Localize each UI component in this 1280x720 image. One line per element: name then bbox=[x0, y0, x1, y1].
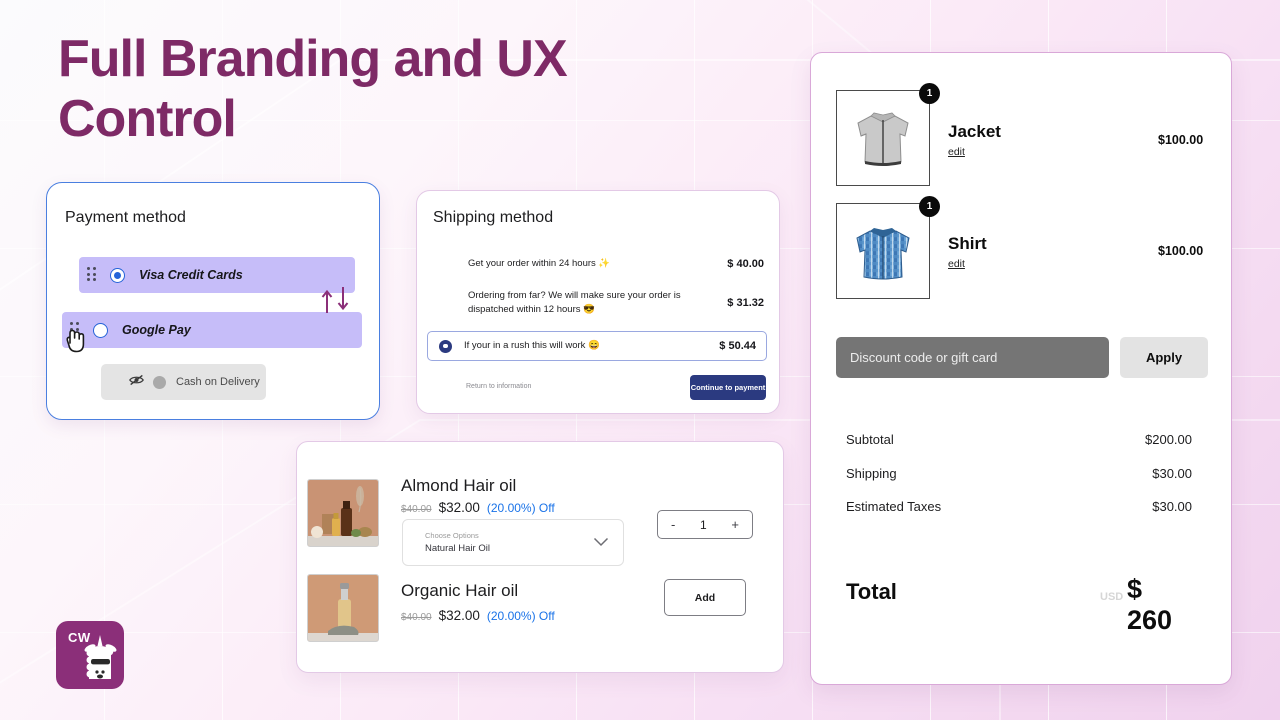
shipping-option-row-1[interactable]: Get your order within 24 hours ✨ $ 40.00 bbox=[446, 256, 764, 272]
quantity-decrement-button[interactable]: - bbox=[671, 517, 675, 532]
radio-visa[interactable] bbox=[110, 267, 125, 283]
discount-code-input[interactable] bbox=[836, 337, 1109, 378]
total-label: Total bbox=[846, 579, 897, 604]
chevron-down-icon bbox=[593, 534, 609, 552]
drag-cursor-icon bbox=[63, 325, 89, 360]
unicorn-mascot-icon bbox=[84, 635, 117, 679]
choose-options-value: Natural Hair Oil bbox=[425, 543, 490, 554]
quantity-stepper[interactable]: - 1 + bbox=[657, 510, 753, 539]
price-current-almond: $32.00 bbox=[438, 500, 480, 515]
reorder-arrows-icon bbox=[318, 285, 354, 320]
payment-method-label-cash-on-delivery: Cash on Delivery bbox=[176, 376, 260, 388]
totals-label-estimated-taxes: Estimated Taxes bbox=[846, 499, 942, 514]
totals-value-estimated-taxes: $30.00 bbox=[1152, 499, 1192, 514]
choose-options-select[interactable]: Choose Options Natural Hair Oil bbox=[402, 519, 624, 566]
summary-item-price-shirt: $100.00 bbox=[1158, 244, 1204, 258]
summary-item-price-jacket: $100.00 bbox=[1158, 133, 1204, 147]
payment-method-row-cash-on-delivery: Cash on Delivery bbox=[101, 364, 266, 400]
shipping-option-price-3: $ 50.44 bbox=[719, 340, 756, 352]
product-thumbnail-organic bbox=[307, 574, 379, 642]
total-currency-label: USD bbox=[1100, 591, 1124, 603]
shipping-option-price-2: $ 31.32 bbox=[727, 297, 764, 309]
totals-label-shipping: Shipping bbox=[846, 466, 897, 481]
apply-discount-button[interactable]: Apply bbox=[1120, 337, 1208, 378]
drag-handle-icon[interactable] bbox=[87, 267, 98, 283]
summary-thumbnail-shirt bbox=[836, 203, 930, 299]
return-to-information-link[interactable]: Return to information bbox=[466, 383, 531, 390]
payment-card-title: Payment method bbox=[65, 209, 186, 226]
quantity-value: 1 bbox=[700, 517, 707, 532]
quantity-increment-button[interactable]: + bbox=[731, 517, 739, 532]
summary-item-edit-jacket[interactable]: edit bbox=[948, 146, 965, 158]
product-price-organic: $40.00 $32.00 (20.00%) Off bbox=[401, 608, 555, 623]
continue-to-payment-button[interactable]: Continue to payment bbox=[690, 375, 766, 400]
product-name-organic: Organic Hair oil bbox=[401, 581, 519, 600]
shipping-option-row-3[interactable]: If your in a rush this will work 😄 $ 50.… bbox=[427, 331, 767, 361]
summary-item-name-jacket: Jacket bbox=[948, 122, 1001, 141]
product-thumbnail-almond bbox=[307, 479, 379, 547]
page-title: Full Branding and UX Control bbox=[58, 30, 568, 148]
summary-thumbnail-jacket bbox=[836, 90, 930, 186]
radio-cash-on-delivery bbox=[153, 375, 166, 389]
totals-label-subtotal: Subtotal bbox=[846, 432, 894, 447]
totals-row-subtotal: Subtotal $200.00 bbox=[846, 432, 1192, 447]
payment-method-label-google-pay: Google Pay bbox=[122, 323, 191, 337]
payment-method-row-google-pay[interactable]: Google Pay bbox=[62, 312, 362, 348]
radio-shipping-option-3[interactable] bbox=[439, 339, 452, 353]
shipping-option-price-1: $ 40.00 bbox=[727, 258, 764, 270]
eye-off-icon bbox=[129, 373, 144, 391]
price-current-organic: $32.00 bbox=[438, 608, 480, 623]
quantity-badge-jacket: 1 bbox=[919, 83, 940, 104]
totals-row-estimated-taxes: Estimated Taxes $30.00 bbox=[846, 499, 1192, 514]
price-original-organic: $40.00 bbox=[401, 612, 432, 623]
summary-item-edit-shirt[interactable]: edit bbox=[948, 258, 965, 270]
product-price-almond: $40.00 $32.00 (20.00%) Off bbox=[401, 500, 555, 515]
price-discount-almond: (20.00%) Off bbox=[486, 501, 555, 515]
summary-item-name-shirt: Shirt bbox=[948, 234, 987, 253]
totals-value-shipping: $30.00 bbox=[1152, 466, 1192, 481]
shipping-option-text-1: Get your order within 24 hours ✨ bbox=[468, 258, 611, 270]
quantity-badge-shirt: 1 bbox=[919, 196, 940, 217]
totals-value-subtotal: $200.00 bbox=[1145, 432, 1192, 447]
shipping-option-text-3: If your in a rush this will work 😄 bbox=[464, 340, 600, 352]
shipping-option-row-2[interactable]: Ordering from far? We will make sure you… bbox=[446, 288, 764, 318]
totals-row-shipping: Shipping $30.00 bbox=[846, 466, 1192, 481]
shipping-option-text-2: Ordering from far? We will make sure you… bbox=[468, 290, 681, 315]
payment-method-row-visa[interactable]: Visa Credit Cards bbox=[79, 257, 355, 293]
price-original-almond: $40.00 bbox=[401, 504, 432, 515]
price-discount-organic: (20.00%) Off bbox=[486, 609, 555, 623]
choose-options-label: Choose Options bbox=[425, 531, 479, 540]
brand-logo: CW bbox=[56, 621, 124, 689]
radio-google-pay[interactable] bbox=[93, 322, 108, 338]
shipping-card-title: Shipping method bbox=[433, 209, 554, 226]
payment-method-label-visa: Visa Credit Cards bbox=[139, 268, 243, 282]
product-name-almond: Almond Hair oil bbox=[401, 476, 517, 495]
add-to-cart-button[interactable]: Add bbox=[664, 579, 746, 616]
